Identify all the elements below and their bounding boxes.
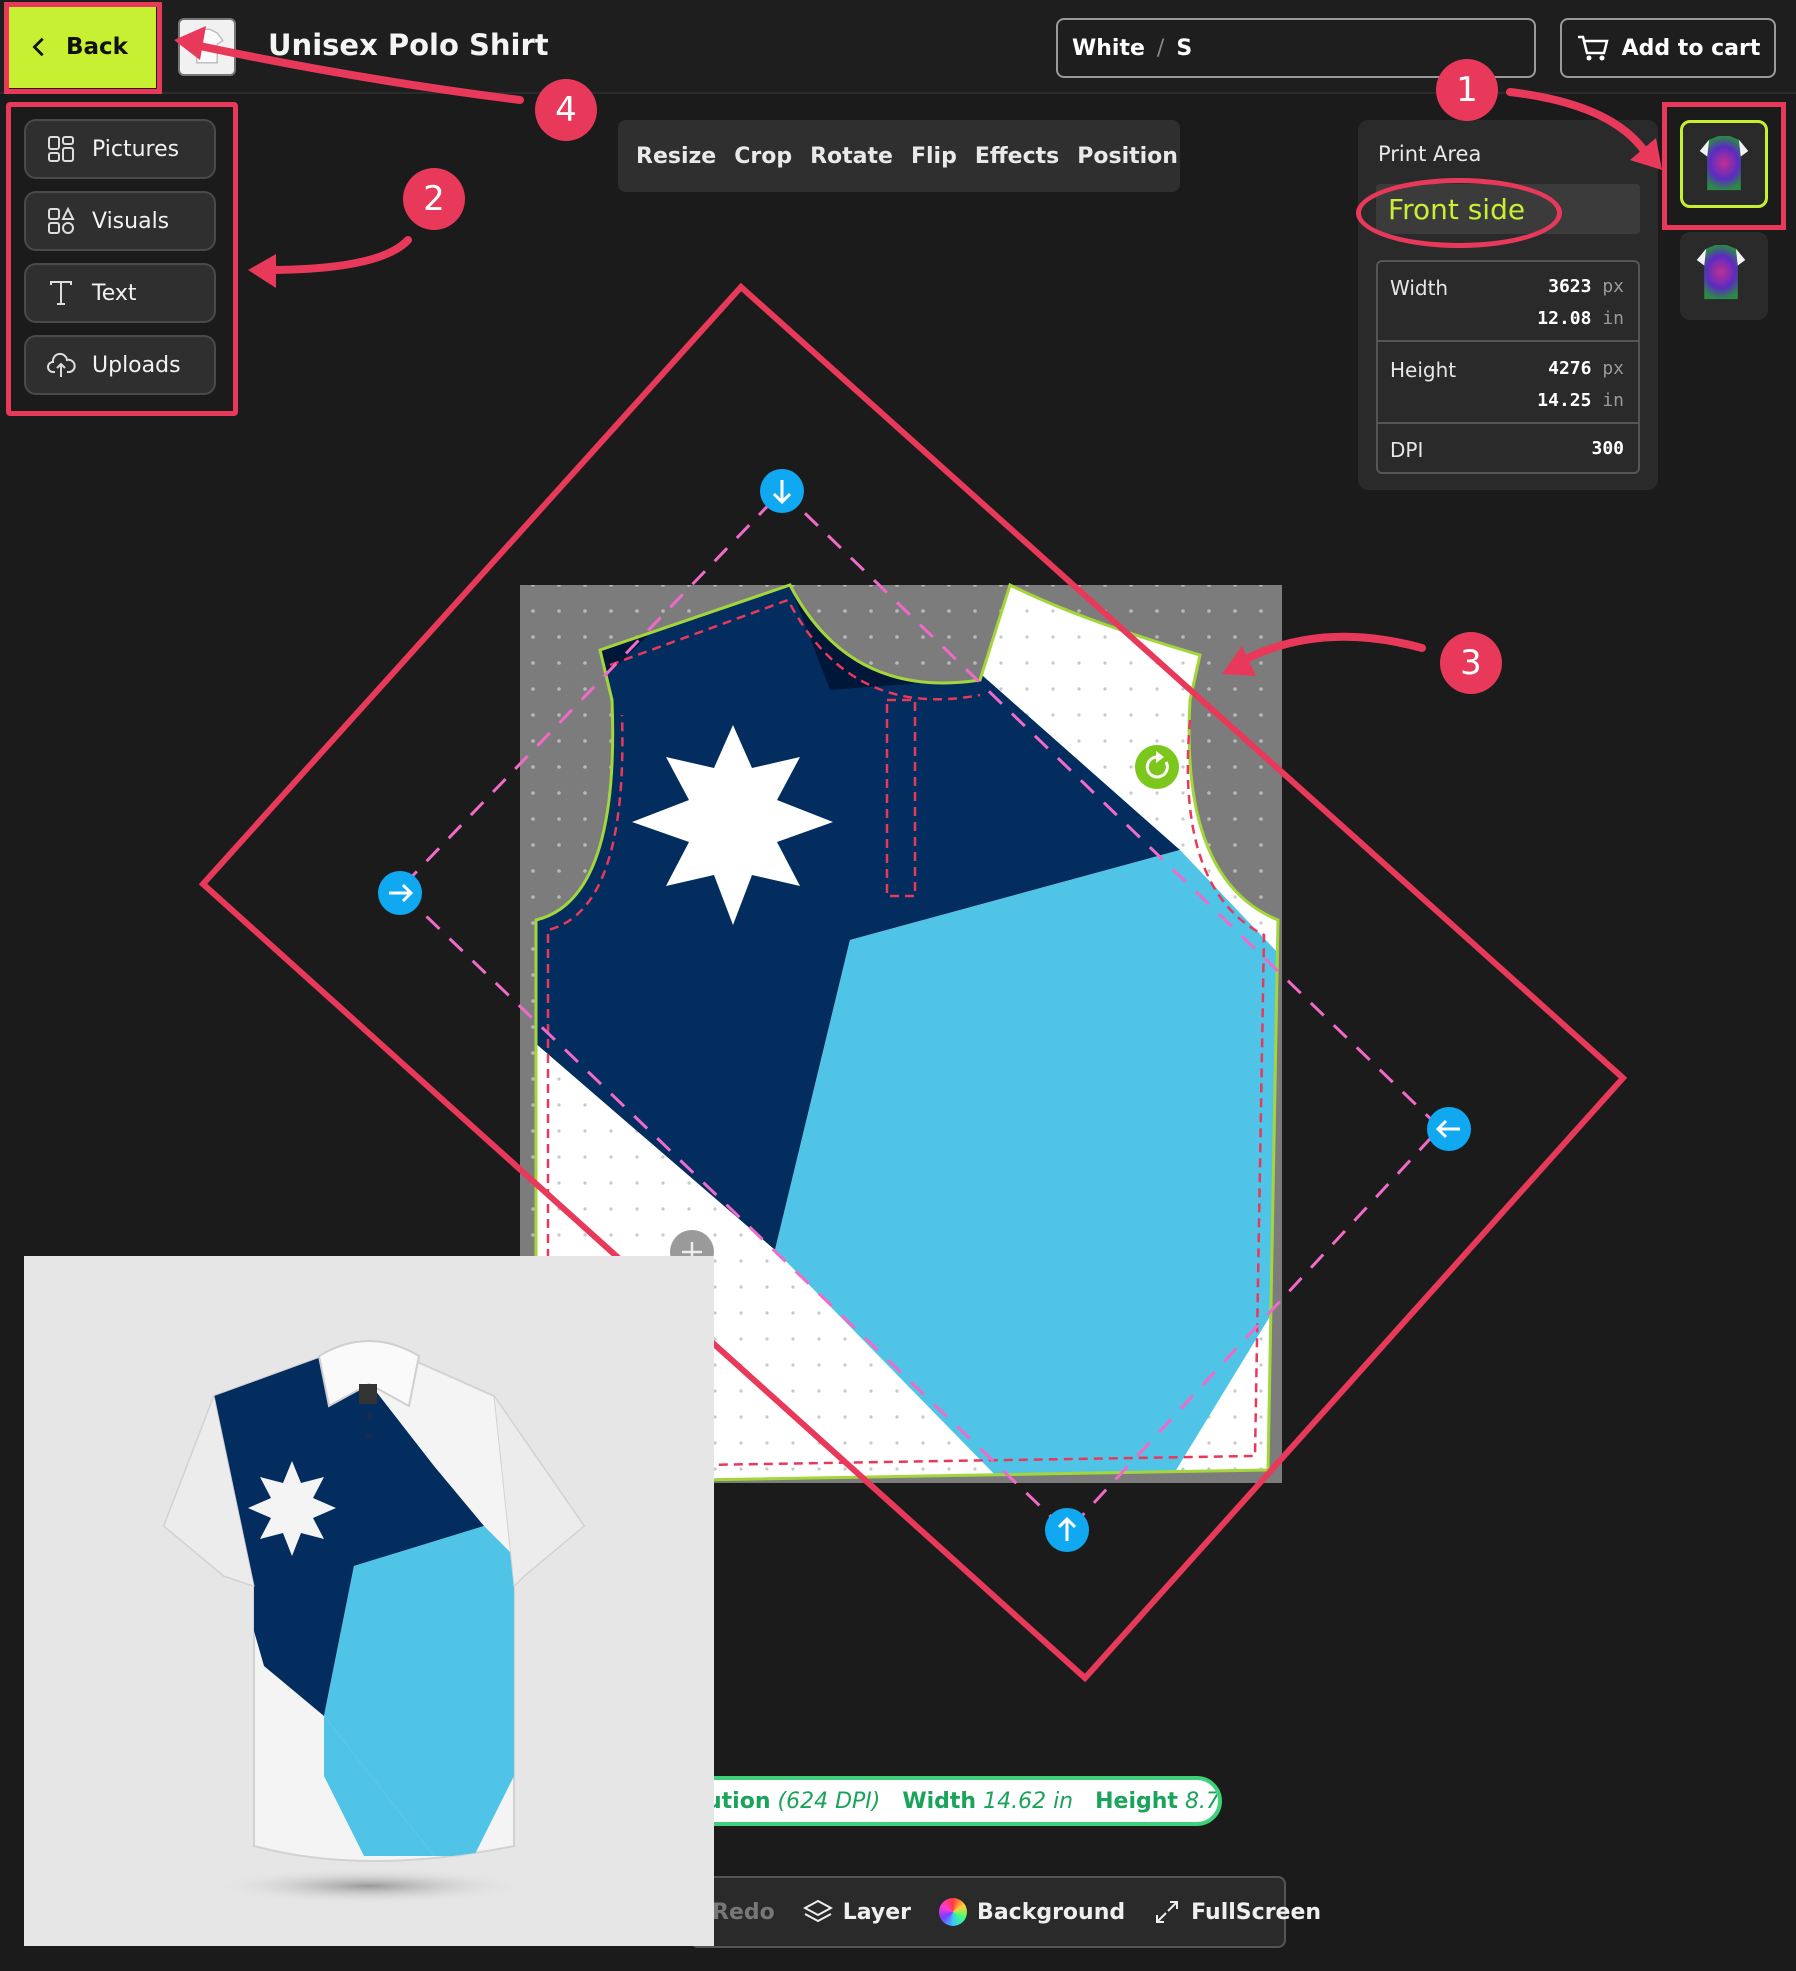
layers-icon — [802, 1899, 833, 1923]
handle-bottom[interactable] — [1045, 1508, 1089, 1552]
product-preview — [24, 1256, 714, 1946]
layer-button[interactable]: Layer — [802, 1898, 911, 1926]
height-info-value: 8.77 in — [1184, 1788, 1220, 1814]
fullscreen-button[interactable]: FullScreen — [1153, 1898, 1321, 1926]
expand-icon — [1156, 1901, 1179, 1923]
annotation-number-3: 3 — [1440, 632, 1502, 694]
handle-left[interactable] — [378, 871, 422, 915]
polo-mockup-image — [162, 1340, 586, 1904]
annotation-number-4: 4 — [535, 79, 597, 141]
width-info-value: 14.62 in — [983, 1788, 1074, 1814]
annotation-arrow-2 — [261, 236, 412, 274]
width-info-label: Width — [902, 1788, 977, 1814]
annotation-arrow-4 — [186, 40, 524, 104]
redo-button[interactable]: Redo — [712, 1900, 775, 1925]
color-wheel-icon — [939, 1898, 968, 1926]
resolution-info-bar: ution (624 DPI) Width 14.62 in Height 8.… — [690, 1776, 1222, 1826]
resolution-value: (624 DPI) — [777, 1788, 881, 1814]
background-button[interactable]: Background — [939, 1898, 1125, 1926]
annotation-arrow-1 — [1506, 88, 1654, 164]
annotation-number-1: 1 — [1436, 59, 1498, 121]
handle-right[interactable] — [1427, 1107, 1471, 1151]
bottom-toolbar: Redo Layer Background FullScreen — [690, 1876, 1321, 1948]
handle-top[interactable] — [760, 469, 804, 513]
height-info-label: Height — [1095, 1788, 1178, 1814]
rotate-handle-icon[interactable] — [1135, 745, 1179, 789]
annotation-number-2: 2 — [403, 168, 465, 230]
resolution-label: ution — [706, 1788, 771, 1814]
